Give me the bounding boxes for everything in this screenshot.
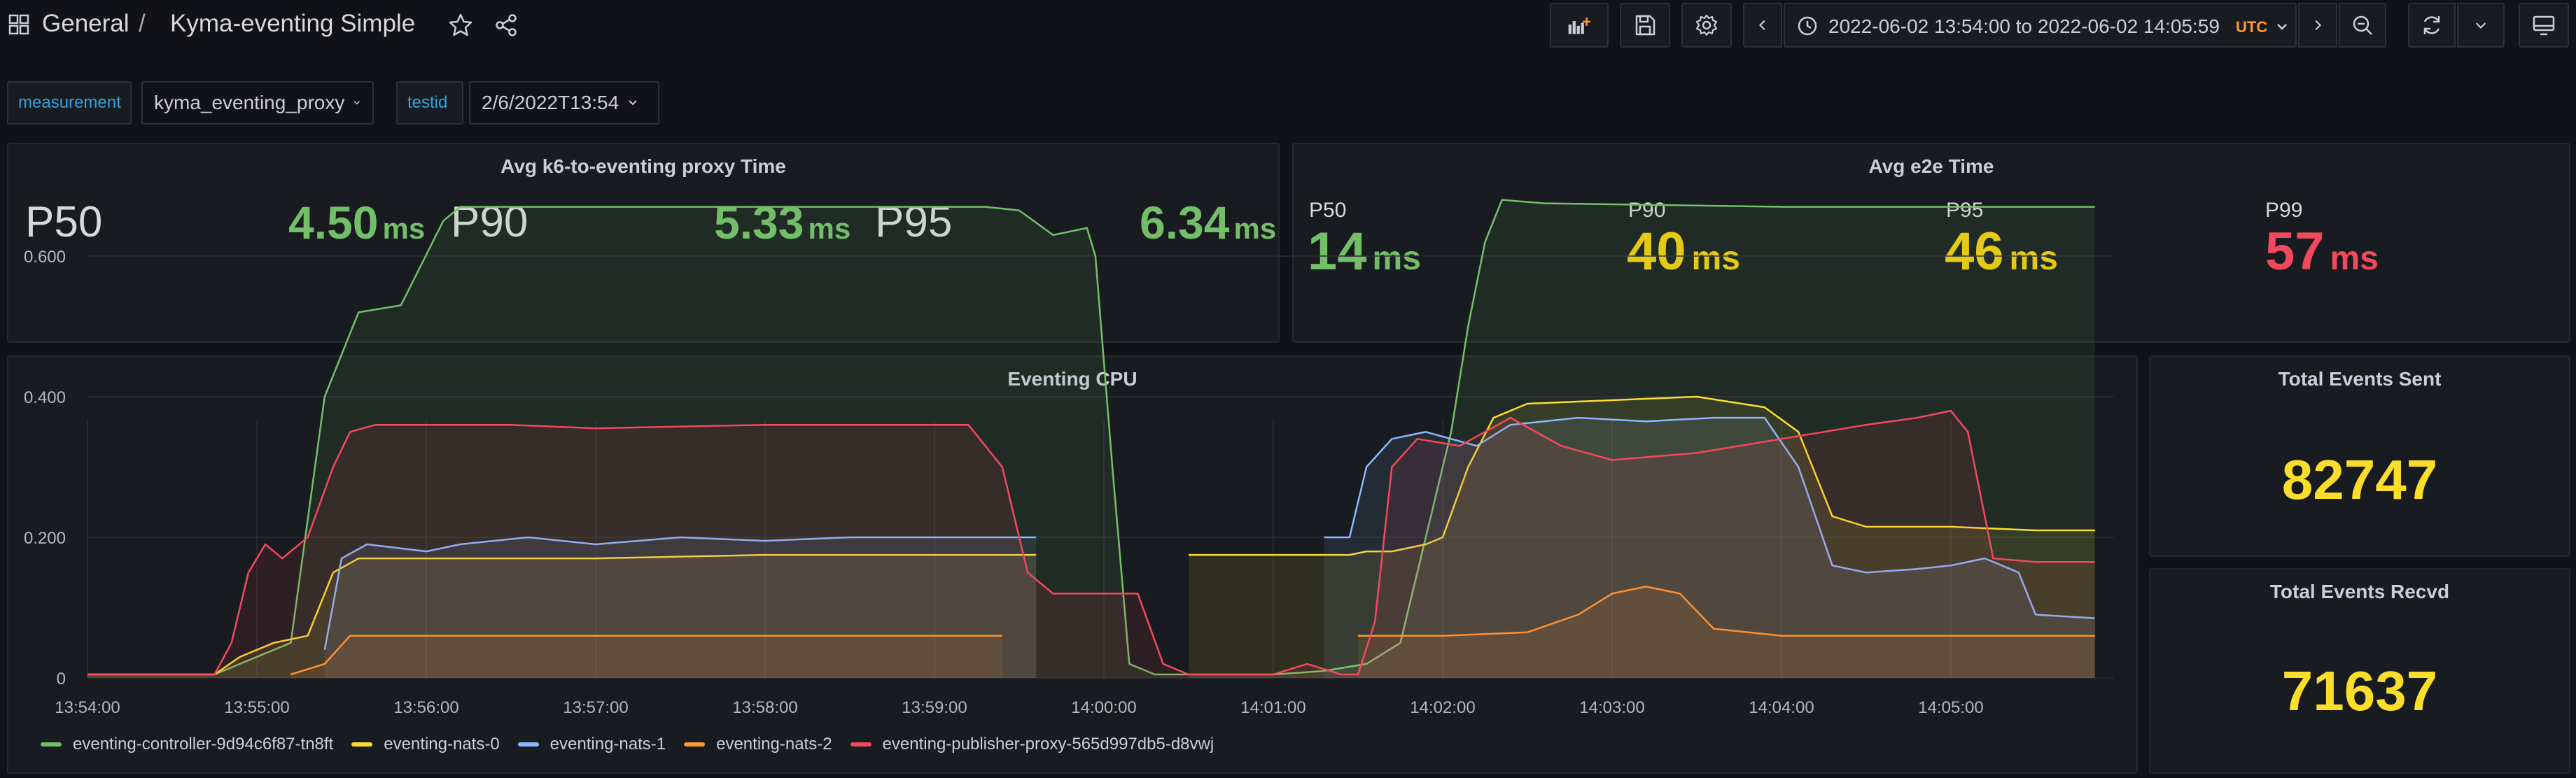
- legend-swatch: [850, 742, 872, 747]
- y-tick-label: 0.600: [24, 248, 66, 267]
- legend-item[interactable]: eventing-nats-0: [351, 735, 500, 754]
- legend-label: eventing-nats-2: [716, 735, 832, 754]
- x-tick-label: 13:54:00: [55, 698, 120, 717]
- legend-item[interactable]: eventing-nats-1: [517, 735, 666, 754]
- y-tick-label: 0: [57, 670, 66, 688]
- legend-swatch: [684, 742, 706, 747]
- total-events-recvd-panel: Total Events Recvd 71637: [2149, 568, 2570, 774]
- x-tick-label: 13:55:00: [224, 698, 289, 717]
- legend-label: eventing-nats-1: [550, 735, 666, 754]
- chart-legend: eventing-controller-9d94c6f87-tn8ft event…: [41, 733, 1232, 756]
- legend-label: eventing-nats-0: [384, 735, 500, 754]
- legend-swatch: [41, 742, 62, 747]
- legend-swatch: [517, 742, 539, 747]
- total-events-recvd-value: 71637: [2281, 660, 2438, 722]
- x-tick-label: 14:04:00: [1749, 698, 1814, 717]
- x-tick-label: 14:05:00: [1918, 698, 1983, 717]
- panel-title[interactable]: Total Events Recvd: [2150, 581, 2569, 603]
- x-tick-label: 13:58:00: [732, 698, 797, 717]
- legend-label: eventing-publisher-proxy-565d997db5-d8vw…: [882, 735, 1214, 754]
- x-tick-label: 14:02:00: [1410, 698, 1475, 717]
- panel-title[interactable]: Total Events Sent: [2150, 368, 2569, 390]
- x-tick-label: 13:57:00: [563, 698, 628, 717]
- legend-item[interactable]: eventing-nats-2: [684, 735, 832, 754]
- total-events-sent-panel: Total Events Sent 82747: [2149, 355, 2570, 557]
- x-tick-label: 14:03:00: [1579, 698, 1644, 717]
- total-events-sent-value: 82747: [2281, 448, 2438, 511]
- legend-item[interactable]: eventing-controller-9d94c6f87-tn8ft: [41, 735, 333, 754]
- x-tick-label: 14:01:00: [1240, 698, 1306, 717]
- x-tick-label: 13:56:00: [393, 698, 458, 717]
- x-tick-label: 14:00:00: [1071, 698, 1136, 717]
- legend-swatch: [351, 742, 373, 747]
- legend-label: eventing-controller-9d94c6f87-tn8ft: [73, 735, 334, 754]
- x-tick-label: 13:59:00: [902, 698, 967, 717]
- y-tick-label: 0.200: [24, 529, 66, 548]
- y-tick-label: 0.400: [24, 388, 66, 407]
- legend-item[interactable]: eventing-publisher-proxy-565d997db5-d8vw…: [850, 735, 1214, 754]
